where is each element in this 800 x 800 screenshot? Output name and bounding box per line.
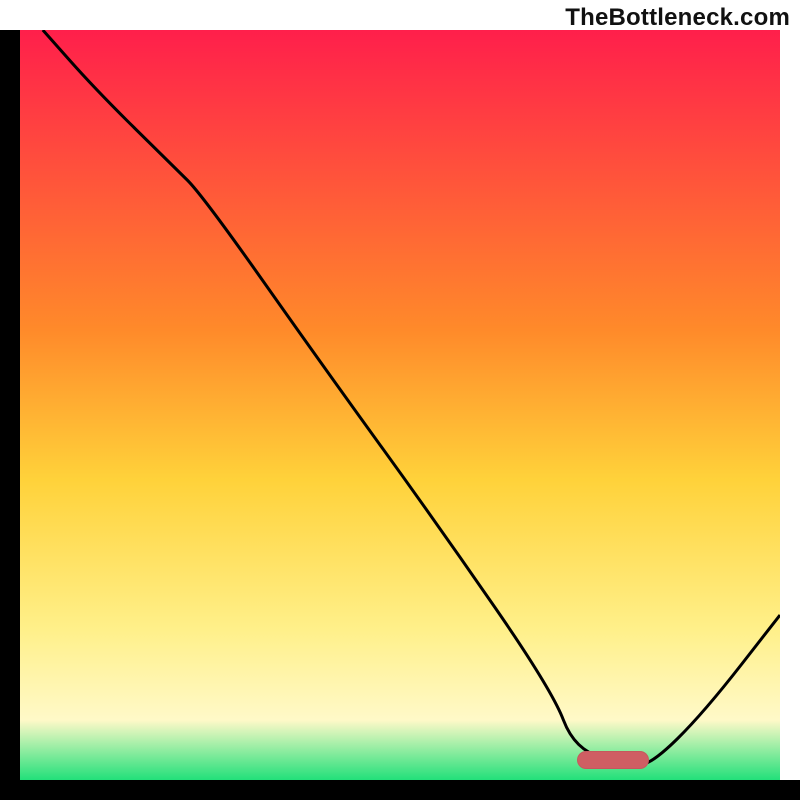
y-axis xyxy=(0,30,20,780)
curve-path xyxy=(43,30,780,765)
watermark-text: TheBottleneck.com xyxy=(565,4,790,32)
plot-area xyxy=(20,30,780,780)
bottleneck-curve xyxy=(20,30,780,780)
chart-frame: TheBottleneck.com xyxy=(0,0,800,800)
optimal-range-marker xyxy=(577,751,649,769)
x-axis xyxy=(0,780,800,800)
